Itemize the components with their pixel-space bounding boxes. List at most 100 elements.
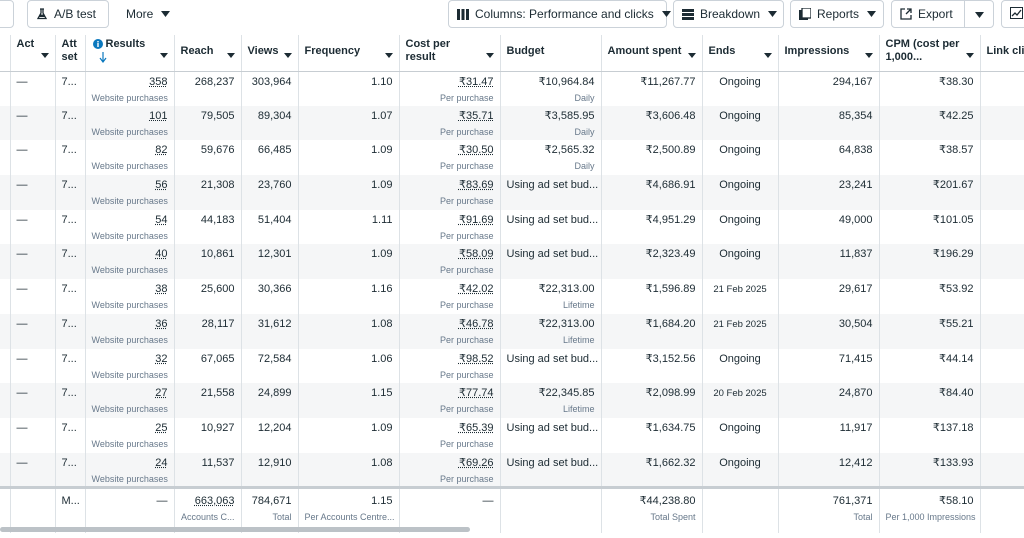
cell-budget: Using ad set bud... (500, 209, 602, 245)
reports-button[interactable]: Reports (790, 0, 884, 28)
row-select-cell[interactable] (0, 279, 11, 314)
cell-cost-per-result[interactable]: ₹65.39 Per purchase (399, 417, 501, 453)
cell-cost-per-result[interactable]: ₹83.69 Per purchase (399, 175, 501, 210)
table-row[interactable]: —7... 38 Website purchases 25,600 30,366 1.16… (0, 279, 1024, 314)
cell-results[interactable]: 36 Website purchases (85, 313, 175, 349)
row-select-cell[interactable] (0, 452, 11, 488)
export-button[interactable]: Export (891, 0, 965, 28)
table-row[interactable]: —7... 101 Website purchases 79,505 89,304 1.0… (0, 105, 1024, 141)
cell-cost-per-result[interactable]: ₹58.09 Per purchase (399, 244, 501, 280)
table-row[interactable]: —7... 54 Website purchases 44,183 51,404 1.11… (0, 209, 1024, 245)
caret-down-icon[interactable] (864, 49, 873, 61)
caret-down-icon[interactable] (159, 49, 168, 61)
cell-frequency: 1.08 (298, 452, 400, 488)
cell-link-clicks (980, 383, 1024, 418)
col-header-cost-per-result[interactable]: Cost per result (399, 35, 501, 72)
chart-view-button[interactable] (1001, 0, 1024, 28)
columns-button[interactable]: Columns: Performance and clicks (448, 0, 671, 28)
cell-results[interactable]: 32 Website purchases (85, 348, 175, 384)
caret-down-icon[interactable] (384, 49, 393, 61)
row-select-cell[interactable] (0, 417, 11, 453)
col-header-amount-spent[interactable]: Amount spent (601, 35, 703, 72)
caret-down-icon[interactable] (687, 49, 696, 61)
caret-down-icon[interactable] (485, 49, 494, 61)
table-row[interactable]: —7... 358 Website purchases 268,237 303,964 1… (0, 71, 1024, 106)
col-header-select[interactable] (0, 35, 11, 72)
cell-results[interactable]: 56 Website purchases (85, 175, 175, 210)
table-row[interactable]: —7... 82 Website purchases 59,676 66,485 1.09… (0, 140, 1024, 176)
cell-results[interactable]: 358 Website purchases (85, 71, 175, 106)
cell-reach: 21,558 (174, 383, 242, 418)
cell-impressions: 12,412 (778, 452, 880, 488)
row-select-cell[interactable] (0, 244, 11, 280)
sort-descending-icon[interactable] (99, 52, 107, 66)
cell-results[interactable]: 25 Website purchases (85, 417, 175, 453)
table-row[interactable]: —7... 24 Website purchases 11,537 12,910 1.08… (0, 452, 1024, 488)
cell-cost-per-result[interactable]: ₹69.26 Per purchase (399, 452, 501, 488)
caret-down-icon[interactable] (283, 49, 292, 61)
cell-results[interactable]: 38 Website purchases (85, 279, 175, 314)
cell-impressions: 11,917 (778, 417, 880, 453)
cell-views: 72,584 (241, 348, 299, 384)
cell-results[interactable]: 24 Website purchases (85, 452, 175, 488)
table-row[interactable]: —7... 40 Website purchases 10,861 12,301 1.09… (0, 244, 1024, 280)
cell-views: 303,964 (241, 71, 299, 106)
row-select-cell[interactable] (0, 140, 11, 176)
table-row[interactable]: —7... 36 Website purchases 28,117 31,612 1.08… (0, 313, 1024, 349)
cell-link-clicks (980, 417, 1024, 453)
row-select-cell[interactable] (0, 209, 11, 245)
caret-down-icon[interactable] (763, 49, 772, 61)
col-header-ends[interactable]: Ends (702, 35, 779, 72)
table-row[interactable]: —7... 56 Website purchases 21,308 23,760 1.09… (0, 175, 1024, 210)
table-row[interactable]: —7... 27 Website purchases 21,558 24,899 1.15… (0, 383, 1024, 418)
table-row[interactable]: —7... 32 Website purchases 67,065 72,584 1.06… (0, 348, 1024, 384)
info-icon[interactable] (92, 39, 103, 52)
ab-test-label: A/B test (54, 7, 97, 21)
table-row[interactable]: —7... 25 Website purchases 10,927 12,204 1.09… (0, 417, 1024, 453)
col-header-results[interactable]: Results (85, 35, 175, 72)
col-header-budget[interactable]: Budget (500, 35, 602, 72)
cell-results[interactable]: 82 Website purchases (85, 140, 175, 176)
cell-results[interactable]: 101 Website purchases (85, 105, 175, 141)
caret-down-icon (867, 11, 877, 17)
caret-down-icon[interactable] (40, 49, 49, 61)
row-select-cell[interactable] (0, 348, 11, 384)
row-select-cell[interactable] (0, 71, 11, 106)
col-header-attribution[interactable]: Att set (55, 35, 86, 72)
row-select-cell[interactable] (0, 105, 11, 141)
cell-views: 24,899 (241, 383, 299, 418)
row-select-cell[interactable] (0, 383, 11, 418)
cell-results[interactable]: 27 Website purchases (85, 383, 175, 418)
breakdown-button[interactable]: Breakdown (673, 0, 784, 28)
horizontal-scrollbar[interactable] (0, 527, 470, 532)
col-header-link-clicks[interactable]: Link cli (980, 35, 1024, 72)
cell-cost-per-result[interactable]: ₹35.71 Per purchase (399, 105, 501, 141)
ab-test-button[interactable]: A/B test (27, 0, 109, 28)
cell-results[interactable]: 40 Website purchases (85, 244, 175, 280)
caret-down-icon[interactable] (965, 49, 974, 61)
export-dropdown-button[interactable] (964, 0, 994, 28)
cell-frequency: 1.08 (298, 313, 400, 349)
cell-cost-per-result[interactable]: ₹30.50 Per purchase (399, 140, 501, 176)
cell-amount-spent: ₹4,951.29 (601, 209, 703, 245)
cell-cost-per-result[interactable]: ₹46.78 Per purchase (399, 313, 501, 349)
col-header-act[interactable]: Act (10, 35, 56, 72)
row-select-cell[interactable] (0, 313, 11, 349)
col-header-views[interactable]: Views (241, 35, 299, 72)
cell-views: 31,612 (241, 313, 299, 349)
cell-cost-per-result[interactable]: ₹42.02 Per purchase (399, 279, 501, 314)
cell-results[interactable]: 54 Website purchases (85, 209, 175, 245)
col-header-cpm[interactable]: CPM (cost per 1,000... (879, 35, 981, 72)
cell-cost-per-result[interactable]: ₹77.74 Per purchase (399, 383, 501, 418)
col-header-impressions[interactable]: Impressions (778, 35, 880, 72)
cell-cost-per-result[interactable]: ₹31.47 Per purchase (399, 71, 501, 106)
row-select-cell[interactable] (0, 175, 11, 210)
cell-cost-per-result[interactable]: ₹98.52 Per purchase (399, 348, 501, 384)
more-button[interactable]: More (118, 0, 178, 28)
toolbar-left-button[interactable] (0, 0, 14, 28)
cell-cost-per-result[interactable]: ₹91.69 Per purchase (399, 209, 501, 245)
col-header-reach[interactable]: Reach (174, 35, 242, 72)
col-header-frequency[interactable]: Frequency (298, 35, 400, 72)
export-label: Export (918, 7, 953, 21)
caret-down-icon[interactable] (226, 49, 235, 61)
